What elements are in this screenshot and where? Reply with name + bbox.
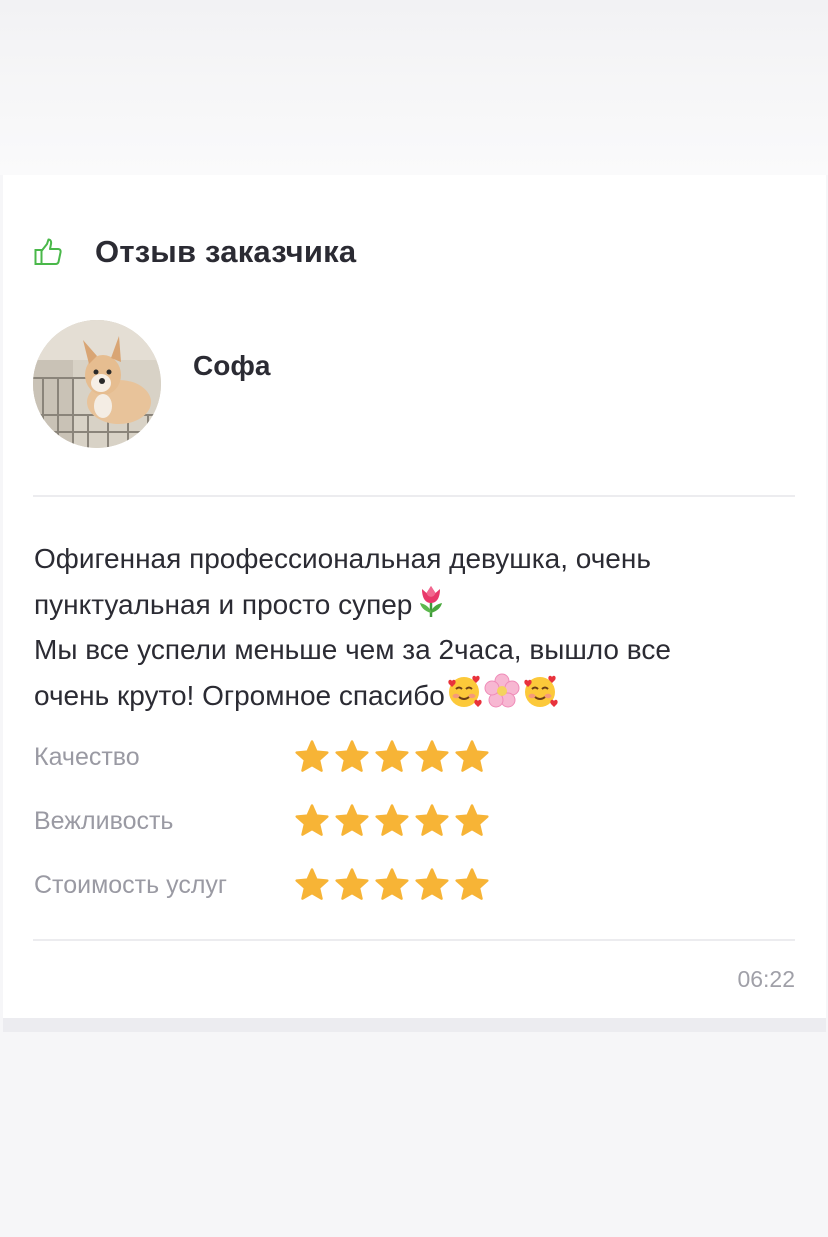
review-text: Офигенная профессиональная девушка, очен… — [34, 536, 804, 718]
tulip-emoji-icon — [420, 586, 443, 617]
review-line-text: очень круто! Огромное спасибо — [34, 680, 445, 711]
star-icon — [415, 868, 449, 900]
star-icon — [375, 804, 409, 836]
page-title: Отзыв заказчика — [95, 234, 357, 269]
smiling-face-with-hearts-icon — [448, 675, 482, 707]
star-icon — [295, 740, 329, 772]
star-icon — [335, 804, 369, 836]
rating-row-price: Стоимость услуг — [34, 867, 490, 903]
star-icon — [455, 740, 489, 772]
star-icon — [455, 804, 489, 836]
review-line: Офигенная профессиональная девушка, очен… — [34, 543, 651, 574]
rating-row-politeness: Вежливость — [34, 803, 490, 839]
review-line: очень круто! Огромное спасибо — [34, 672, 804, 718]
star-icon — [335, 740, 369, 772]
smiling-face-with-hearts-icon — [524, 675, 558, 707]
avatar[interactable] — [33, 320, 161, 448]
user-name: Софа — [193, 350, 271, 381]
review-header: Отзыв заказчика — [33, 232, 356, 272]
rating-label: Вежливость — [34, 806, 174, 835]
cherry-blossom-icon — [484, 673, 520, 708]
divider — [33, 495, 795, 497]
rating-label: Стоимость услуг — [34, 870, 228, 899]
card-separator — [3, 1018, 826, 1032]
top-bar — [0, 0, 828, 175]
divider — [33, 939, 795, 941]
star-rating — [294, 739, 490, 775]
star-rating — [294, 867, 490, 903]
review-line: Мы все успели меньше чем за 2часа, вышло… — [34, 634, 671, 665]
rating-label: Качество — [34, 742, 140, 771]
review-line-text: пунктуальная и просто супер — [34, 589, 413, 620]
star-icon — [415, 740, 449, 772]
star-icon — [375, 868, 409, 900]
review-time: 06:22 — [737, 966, 795, 992]
star-icon — [375, 740, 409, 772]
thumbs-up-icon — [34, 238, 62, 265]
star-icon — [295, 804, 329, 836]
star-icon — [335, 868, 369, 900]
star-icon — [455, 868, 489, 900]
rating-row-quality: Качество — [34, 739, 490, 775]
star-rating — [294, 803, 490, 839]
star-icon — [295, 868, 329, 900]
star-icon — [415, 804, 449, 836]
dog-photo — [33, 320, 161, 448]
review-line: пунктуальная и просто супер — [34, 581, 804, 627]
